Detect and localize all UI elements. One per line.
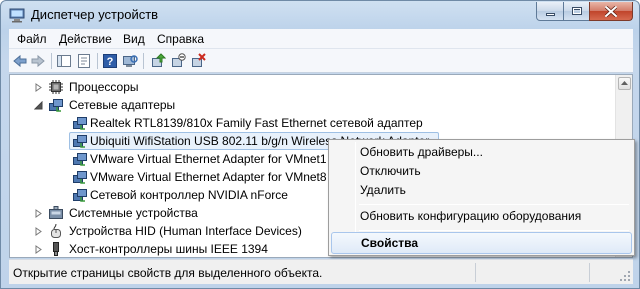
toolbar-separator [51,53,52,69]
properties-button[interactable] [75,52,93,70]
context-menu-label: Обновить конфигурацию оборудования [360,209,582,223]
tree-item-label: Realtek RTL8139/810x Family Fast Etherne… [90,116,423,130]
expand-arrow-icon[interactable] [34,209,43,218]
title-bar[interactable]: Диспетчер устройств [1,1,639,29]
resize-grip-icon[interactable] [619,270,631,282]
status-text: Открытие страницы свойств для выделенног… [13,266,323,280]
help-button[interactable]: ? [101,52,119,70]
tree-item-label: Системные устройства [69,206,198,220]
tree-item-label: Хост-контроллеры шины IEEE 1394 [69,242,268,256]
update-driver-button[interactable] [149,52,167,70]
expand-arrow-icon[interactable] [34,245,43,254]
context-menu-label: Отключить [360,164,421,178]
context-menu-label: Удалить [360,183,406,197]
scroll-up-icon [621,81,628,85]
context-menu: Обновить драйверы... Отключить Удалить О… [328,139,635,256]
status-bar: Открытие страницы свойств для выделенног… [9,259,633,284]
network-adapter-icon [73,153,87,166]
uninstall-device-icon [192,53,206,67]
menu-bar: Файл Действие Вид Справка [9,29,633,49]
close-button[interactable] [589,2,633,21]
svg-text:?: ? [107,56,114,68]
ieee1394-icon [53,242,59,256]
toolbar: ? [9,49,633,73]
tree-category-hid[interactable]: Устройства HID (Human Interface Devices) [34,222,334,240]
properties-icon [78,54,90,68]
hid-icon [51,223,61,238]
tree-item-label: Устройства HID (Human Interface Devices) [69,224,302,238]
scroll-up-button[interactable] [618,77,631,90]
network-adapter-category-icon [49,99,63,112]
forward-arrow-icon [31,54,45,68]
tree-category-system-devices[interactable]: Системные устройства [34,204,334,222]
network-adapter-icon [73,171,87,184]
disable-device-icon [172,53,186,67]
expand-arrow-icon[interactable] [34,227,43,236]
minimize-button[interactable] [536,2,564,21]
show-hide-tree-button[interactable] [55,52,73,70]
context-menu-label: Обновить драйверы... [360,145,483,159]
toolbar-separator [143,53,144,69]
network-adapter-icon [73,135,87,148]
processor-icon [49,80,63,94]
tree-device-realtek[interactable]: Realtek RTL8139/810x Family Fast Etherne… [72,114,472,132]
forward-button[interactable] [29,52,47,70]
window-title: Диспетчер устройств [31,7,159,22]
tree-item-label: VMware Virtual Ethernet Adapter for VMne… [90,152,327,166]
status-bar-separator [475,263,476,282]
help-icon: ? [103,54,117,68]
toolbar-separator [97,53,98,69]
tree-item-label: Процессоры [69,80,139,94]
menu-view[interactable]: Вид [123,32,145,46]
update-driver-icon [152,53,166,67]
tree-item-label: Сетевой контроллер NVIDIA nForce [90,188,288,202]
context-menu-scan-hardware[interactable]: Обновить конфигурацию оборудования [331,205,632,227]
tree-category-network-adapters[interactable]: Сетевые адаптеры [34,96,334,114]
back-button[interactable] [11,52,29,70]
back-arrow-icon [13,54,27,68]
context-menu-uninstall[interactable]: Удалить [331,179,632,201]
device-manager-window: Диспетчер устройств Файл Действие Вид Сп… [0,0,640,289]
uninstall-device-button[interactable] [189,52,207,70]
close-icon [605,5,617,17]
context-menu-separator [359,230,629,231]
expand-arrow-icon[interactable] [34,83,43,92]
show-hide-tree-icon [57,55,71,67]
minimize-icon [545,12,555,16]
menu-help[interactable]: Справка [157,32,204,46]
tree-item-label: VMware Virtual Ethernet Adapter for VMne… [90,170,327,184]
network-adapter-icon [73,189,87,202]
menu-file[interactable]: Файл [17,32,47,46]
network-adapter-icon [73,117,87,130]
context-menu-properties[interactable]: Свойства [331,232,632,254]
context-menu-label: Свойства [361,236,419,250]
tree-category-processors[interactable]: Процессоры [34,78,334,96]
menu-action[interactable]: Действие [59,32,112,46]
scan-hardware-icon [123,55,138,67]
maximize-button[interactable] [563,2,590,21]
collapse-arrow-icon[interactable] [34,101,43,110]
device-manager-icon [9,8,25,23]
disable-device-button[interactable] [169,52,187,70]
tree-item-label: Сетевые адаптеры [69,98,176,112]
status-bar-separator [589,263,590,282]
scan-hardware-button[interactable] [121,52,139,70]
maximize-icon [571,7,582,15]
tree-category-ieee1394[interactable]: Хост-контроллеры шины IEEE 1394 [34,240,334,257]
system-devices-icon [49,206,63,219]
